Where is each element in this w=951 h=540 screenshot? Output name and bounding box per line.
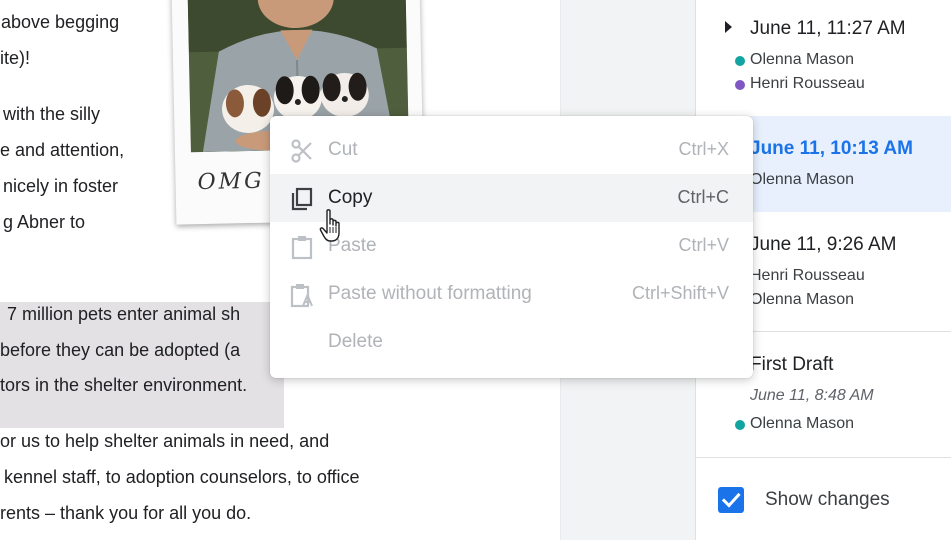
doc-line[interactable]: with the silly [3, 104, 100, 125]
menu-item-paste-without-formatting[interactable]: Paste without formatting Ctrl+Shift+V [270, 270, 753, 318]
version-author: Henri Rousseau [735, 75, 865, 93]
expand-caret-icon[interactable] [725, 21, 732, 33]
doc-line[interactable]: kennel staff, to adoption counselors, to… [4, 467, 360, 488]
doc-line[interactable]: rents – thank you for all you do. [0, 503, 251, 524]
scissors-icon [291, 139, 312, 163]
version-title: June 11, 9:26 AM [750, 234, 897, 255]
doc-line[interactable]: nicely in foster [3, 176, 118, 197]
hand-pointer-cursor-icon [319, 209, 340, 242]
show-changes-label: Show changes [765, 489, 890, 510]
checkmark-icon [721, 492, 741, 508]
menu-item-shortcut: Ctrl+C [677, 187, 729, 207]
show-changes-checkbox[interactable] [718, 487, 744, 513]
doc-line[interactable]: g Abner to [3, 212, 85, 233]
version-title: First Draft [750, 354, 834, 375]
menu-item-shortcut: Ctrl+V [678, 235, 729, 255]
menu-item-delete[interactable]: Delete [270, 318, 753, 366]
version-title: June 11, 11:27 AM [750, 18, 906, 39]
doc-line[interactable]: 7 million pets enter animal sh [7, 304, 240, 325]
context-menu: Cut Ctrl+X Copy Ctrl+C Paste Ctrl+V Past… [270, 116, 753, 378]
doc-line[interactable]: e and attention, [0, 140, 124, 161]
doc-line[interactable]: tors in the shelter environment. [0, 375, 247, 396]
photo-caption: OMG [197, 168, 265, 196]
menu-item-shortcut: Ctrl+X [678, 139, 729, 159]
version-author: Olenna Mason [735, 51, 854, 69]
copy-icon [291, 187, 313, 211]
version-author: Olenna Mason [735, 171, 854, 189]
doc-line[interactable]: before they can be adopted (a [0, 340, 240, 361]
author-color-dot [735, 56, 745, 66]
menu-item-shortcut: Ctrl+Shift+V [631, 283, 729, 303]
version-item[interactable]: June 11, 11:27 AM Olenna Mason Henri Rou… [696, 0, 951, 102]
menu-item-label: Delete [328, 331, 383, 352]
clipboard-text-icon [290, 284, 313, 308]
version-title: June 11, 10:13 AM [750, 138, 913, 159]
doc-line[interactable]: above begging [1, 12, 119, 33]
version-author: Olenna Mason [735, 291, 854, 309]
author-color-dot [735, 80, 745, 90]
show-changes-row[interactable]: Show changes [696, 458, 951, 540]
clipboard-icon [291, 236, 313, 260]
version-timestamp: June 11, 8:48 AM [750, 387, 874, 404]
doc-line[interactable]: or us to help shelter animals in need, a… [0, 431, 329, 452]
menu-item-label: Cut [328, 139, 358, 160]
doc-line[interactable]: ite)! [0, 48, 30, 69]
version-author: Olenna Mason [735, 415, 854, 433]
version-author: Henri Rousseau [735, 267, 865, 285]
menu-item-cut[interactable]: Cut Ctrl+X [270, 126, 753, 174]
author-color-dot [735, 420, 745, 430]
menu-item-label: Copy [328, 187, 373, 208]
menu-item-label: Paste without formatting [328, 283, 532, 304]
